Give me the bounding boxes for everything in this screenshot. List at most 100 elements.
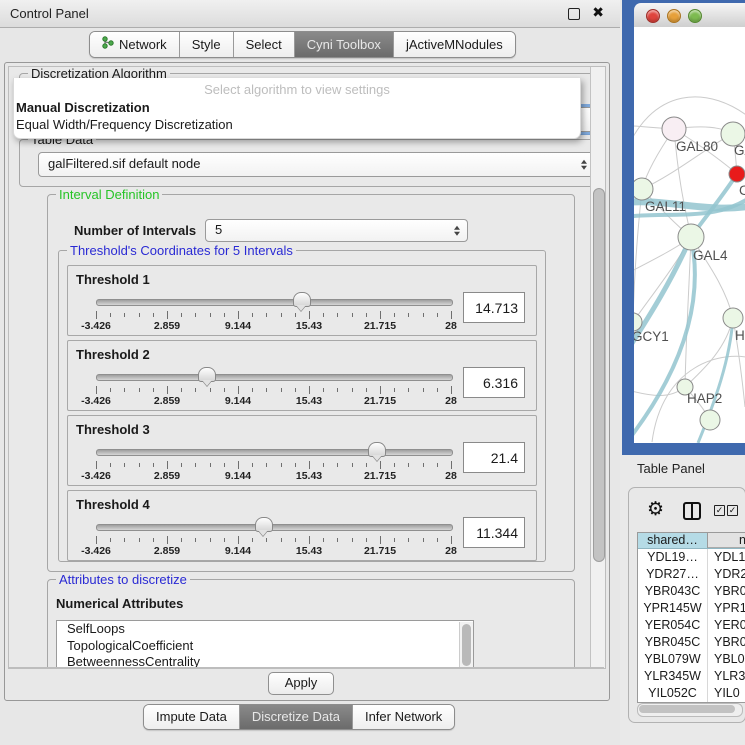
network-canvas[interactable]: GAL80GACGAL11GAL4HGCY1HAP2 [634,27,745,443]
tab-cyni-toolbox[interactable]: Cyni Toolbox [294,32,393,57]
checkbox-icon[interactable]: ✓ [714,505,725,516]
tab-jactivemnodules[interactable]: jActiveMNodules [393,32,515,57]
checkbox-icon[interactable]: ✓ [727,505,738,516]
table-body: YDL19…YDL1YDR27…YDR2YBR043CYBR0YPR145WYP… [638,549,745,702]
tick-label: 28 [445,545,457,557]
slider-track[interactable] [96,374,453,381]
right-column: GAL80GACGAL11GAL4HGCY1HAP2 Table Panel ⚙… [620,0,745,745]
list-scrollbar[interactable] [459,622,473,669]
table-data-combo-value: galFiltered.sif default node [48,156,200,171]
tab-style[interactable]: Style [179,32,233,57]
table-horizontal-scrollbar[interactable] [637,703,743,717]
mac-zoom-button[interactable] [688,9,702,23]
tab-discretize-data[interactable]: Discretize Data [239,705,352,729]
table-cell: YPR1 [708,600,745,617]
scrollbar-thumb[interactable] [593,188,605,562]
network-view-window: GAL80GACGAL11GAL4HGCY1HAP2 [622,0,745,455]
numerical-attributes-label: Numerical Attributes [56,596,183,611]
slider-ticks [96,536,451,545]
slider-thumb[interactable] [293,292,311,307]
table-header-cell[interactable]: shared… [638,533,708,548]
thresholds-container: Threshold 1-3.4262.8599.14415.4321.71528… [67,265,537,565]
table-row[interactable]: YER054CYER0 [638,617,745,634]
network-node-label: GAL4 [693,248,728,263]
threshold-value-field[interactable]: 14.713 [463,292,525,323]
network-node[interactable] [700,410,720,430]
table-data-group: Table Data galFiltered.sif default node [19,139,604,187]
column-view-icon[interactable] [683,502,701,520]
tab-infer-network[interactable]: Infer Network [352,705,454,729]
cyni-scroll-viewport: Discretization Algorithm Select algorith… [8,66,606,669]
panel-scrollbar[interactable] [590,67,606,668]
gear-icon[interactable]: ⚙ [647,500,664,519]
table-row[interactable]: YPR145WYPR1 [638,600,745,617]
table-cell: YBR0 [708,634,745,651]
slider-thumb[interactable] [368,442,386,457]
list-items: SelfLoopsTopologicalCoefficientBetweenne… [57,621,473,669]
dropdown-item-manual-discretization[interactable]: Manual Discretization [16,100,150,115]
slider-track[interactable] [96,299,453,306]
table-cell: YIL0 [708,685,745,702]
tab-select[interactable]: Select [233,32,294,57]
group-label: Attributes to discretize [56,572,190,587]
network-node[interactable] [723,308,743,328]
table-cell: YBR043C [638,583,708,600]
table-header-cell[interactable]: n [708,533,745,548]
tick-label: 21.715 [364,545,396,557]
tick-label: 9.144 [225,470,251,482]
network-node-label: GAL11 [645,199,686,214]
table-row[interactable]: YLR345WYLR3 [638,668,745,685]
node-table: shared…n YDL19…YDL1YDR27…YDR2YBR043CYBR0… [637,532,745,703]
network-node[interactable] [729,166,745,182]
mac-minimize-button[interactable] [667,9,681,23]
table-cell: YDL1 [708,549,745,566]
mac-close-button[interactable] [646,9,660,23]
float-window-icon[interactable] [568,8,580,20]
tab-impute-data[interactable]: Impute Data [144,705,239,729]
network-node-label: H [735,328,745,343]
attribute-list-item[interactable]: SelfLoops [57,621,473,638]
group-label: Threshold's Coordinates for 5 Intervals [67,243,296,258]
slider-track[interactable] [96,524,453,531]
table-row[interactable]: YDR27…YDR2 [638,566,745,583]
table-row[interactable]: YIL052CYIL0 [638,685,745,702]
slider-thumb[interactable] [255,517,273,532]
table-row[interactable]: YBL079WYBL0 [638,651,745,668]
network-window-titlebar [634,3,745,28]
tick-label: -3.426 [81,545,111,557]
table-cell: YBR0 [708,583,745,600]
thresholds-group: Threshold's Coordinates for 5 Intervals … [58,250,546,562]
tab-network[interactable]: Network [90,32,179,57]
table-panel-title: Table Panel [637,461,705,476]
table-cell: YIL052C [638,685,708,702]
network-node-label: GA [734,143,745,158]
slider-thumb[interactable] [198,367,216,382]
table-row[interactable]: YBR043CYBR0 [638,583,745,600]
table-row[interactable]: YDL19…YDL1 [638,549,745,566]
scrollbar-thumb[interactable] [462,624,471,666]
tick-label: 15.43 [296,470,322,482]
threshold-value-field[interactable]: 11.344 [463,517,525,548]
apply-row: Apply [8,667,604,697]
scrollbar-thumb[interactable] [639,705,735,713]
attribute-list-item[interactable]: TopologicalCoefficient [57,638,473,655]
table-data-combo[interactable]: galFiltered.sif default node [38,152,595,177]
threshold-value-field[interactable]: 6.316 [463,367,525,398]
network-node[interactable] [662,117,686,141]
tick-label: 15.43 [296,395,322,407]
apply-button[interactable]: Apply [268,672,334,695]
tab-label: Discretize Data [252,709,340,724]
table-row[interactable]: YBR045CYBR0 [638,634,745,651]
dropdown-item-equal-width-frequency[interactable]: Equal Width/Frequency Discretization [16,117,233,132]
tick-label: -3.426 [81,320,111,332]
network-node[interactable] [634,178,653,200]
number-of-intervals-combo[interactable]: 5 [205,219,468,242]
network-node[interactable] [678,224,704,250]
tick-label: 21.715 [364,470,396,482]
tick-label: 28 [445,395,457,407]
slider-track[interactable] [96,449,453,456]
table-cell: YER0 [708,617,745,634]
close-icon[interactable]: ✖ [592,4,604,21]
top-tab-strip: Network Style Select Cyni Toolbox jActiv… [89,31,516,58]
threshold-value-field[interactable]: 21.4 [463,442,525,473]
